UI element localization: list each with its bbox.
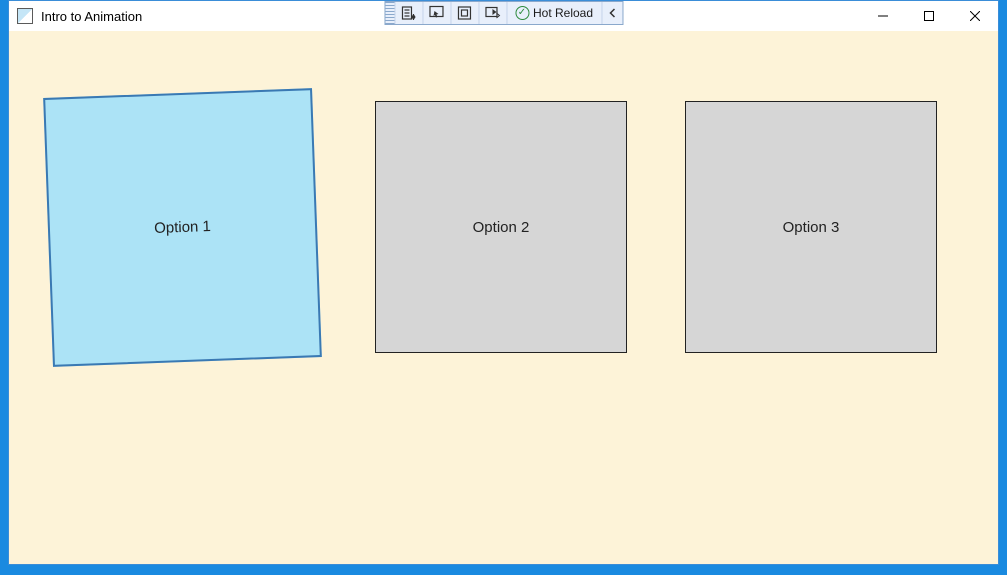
window-controls <box>860 1 998 31</box>
hotreload-icon-button[interactable] <box>479 2 507 24</box>
visual-tree-button[interactable] <box>395 2 423 24</box>
hot-reload-label: Hot Reload <box>533 6 593 20</box>
app-icon <box>17 8 33 24</box>
card-label: Option 1 <box>154 218 211 237</box>
option-card-3[interactable]: Option 3 <box>685 101 937 353</box>
collapse-toolbar-button[interactable] <box>602 2 622 24</box>
close-button[interactable] <box>952 1 998 31</box>
check-circle-icon: ✓ <box>515 6 529 20</box>
hot-reload-button[interactable]: ✓ Hot Reload <box>507 2 602 24</box>
maximize-button[interactable] <box>906 1 952 31</box>
layout-adorners-button[interactable] <box>451 2 479 24</box>
option-card-2[interactable]: Option 2 <box>375 101 627 353</box>
window-title: Intro to Animation <box>41 9 142 24</box>
select-element-button[interactable] <box>423 2 451 24</box>
card-label: Option 3 <box>783 219 840 236</box>
toolbar-grip-icon[interactable] <box>385 2 395 24</box>
minimize-button[interactable] <box>860 1 906 31</box>
debug-toolbar: ✓ Hot Reload <box>384 1 623 25</box>
option-card-1[interactable]: Option 1 <box>43 88 322 367</box>
title-bar[interactable]: Intro to Animation <box>9 1 998 31</box>
client-area: Option 1 Option 2 Option 3 <box>9 31 998 564</box>
app-window: Intro to Animation <box>8 0 999 565</box>
card-label: Option 2 <box>473 219 530 236</box>
